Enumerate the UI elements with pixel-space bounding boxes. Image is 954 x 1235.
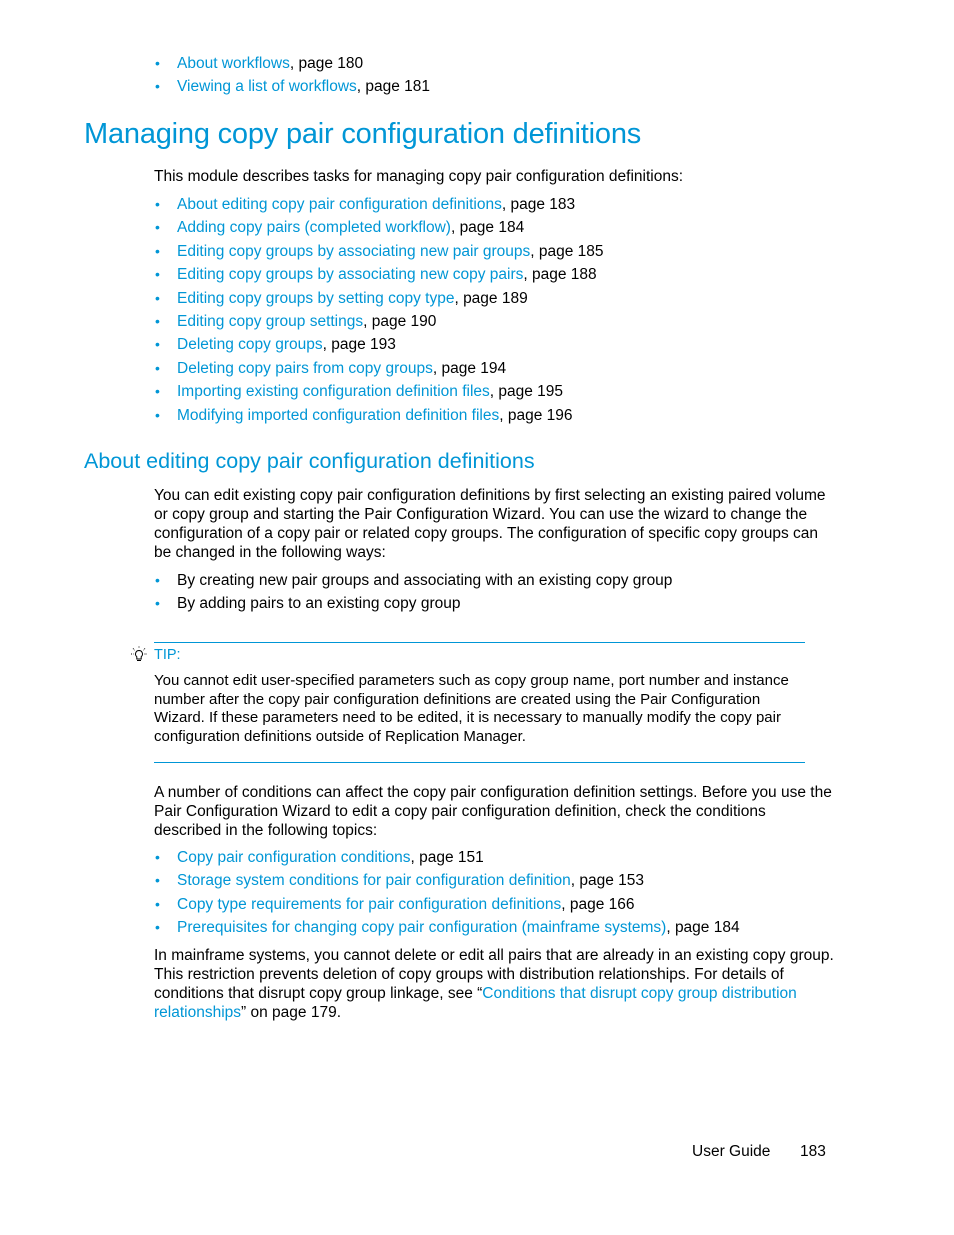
list-item: Prerequisites for changing copy pair con… [154,916,740,940]
topic-link[interactable]: Prerequisites for changing copy pair con… [177,919,666,936]
topic-link[interactable]: Deleting copy pairs from copy groups [177,360,433,377]
page-title: Managing copy pair configuration definit… [84,118,642,150]
section-intro: This module describes tasks for managing… [154,168,683,185]
topic-link[interactable]: Storage system conditions for pair confi… [177,872,571,889]
topic-link[interactable]: Copy type requirements for pair configur… [177,896,561,913]
tip-bottom-rule [154,762,805,763]
subsection-paragraph-1: You can edit existing copy pair configur… [154,487,826,561]
page-number: 183 [800,1143,826,1160]
list-item: Adding copy pairs (completed workflow), … [154,216,604,240]
list-item: By adding pairs to an existing copy grou… [154,592,672,616]
list-item: Editing copy groups by associating new c… [154,263,604,287]
topic-link[interactable]: Editing copy groups by setting copy type [177,290,454,307]
tip-label: TIP: [154,647,181,663]
topic-link[interactable]: Deleting copy groups [177,336,323,353]
conditions-topic-list: Copy pair configuration conditions, page… [154,846,740,940]
top-workflow-list: About workflows, page 180 Viewing a list… [154,52,430,99]
section-topic-list: About editing copy pair configuration de… [154,193,604,427]
list-item: Importing existing configuration definit… [154,380,604,404]
list-item: About workflows, page 180 [154,52,430,76]
list-item: Editing copy group settings, page 190 [154,310,604,334]
list-item: Copy pair configuration conditions, page… [154,846,740,870]
list-item: By creating new pair groups and associat… [154,569,672,593]
subsection-paragraph-3: In mainframe systems, you cannot delete … [154,947,834,1021]
link-viewing-workflows[interactable]: Viewing a list of workflows [177,78,357,95]
topic-link[interactable]: Copy pair configuration conditions [177,849,411,866]
topic-link[interactable]: Importing existing configuration definit… [177,383,490,400]
ways-list: By creating new pair groups and associat… [154,569,672,616]
list-item: Copy type requirements for pair configur… [154,893,740,917]
link-about-workflows[interactable]: About workflows [177,55,290,72]
topic-link[interactable]: Editing copy groups by associating new c… [177,266,523,283]
subsection-title: About editing copy pair configuration de… [84,449,535,473]
footer-label: User Guide [692,1143,771,1160]
list-item: Viewing a list of workflows, page 181 [154,75,430,99]
tip-top-rule [154,642,805,643]
subsection-paragraph-2: A number of conditions can affect the co… [154,784,832,839]
topic-link[interactable]: Adding copy pairs (completed workflow) [177,219,451,236]
list-item: Storage system conditions for pair confi… [154,869,740,893]
topic-link[interactable]: Editing copy groups by associating new p… [177,243,530,260]
lightbulb-icon [131,646,147,661]
list-item: About editing copy pair configuration de… [154,193,604,217]
topic-link[interactable]: About editing copy pair configuration de… [177,196,502,213]
list-item: Editing copy groups by setting copy type… [154,287,604,311]
tip-text: You cannot edit user-specified parameter… [154,672,789,746]
list-item: Editing copy groups by associating new p… [154,240,604,264]
list-item: Modifying imported configuration definit… [154,404,604,428]
topic-link[interactable]: Modifying imported configuration definit… [177,407,499,424]
list-item: Deleting copy groups, page 193 [154,333,604,357]
topic-link[interactable]: Editing copy group settings [177,313,363,330]
list-item: Deleting copy pairs from copy groups, pa… [154,357,604,381]
